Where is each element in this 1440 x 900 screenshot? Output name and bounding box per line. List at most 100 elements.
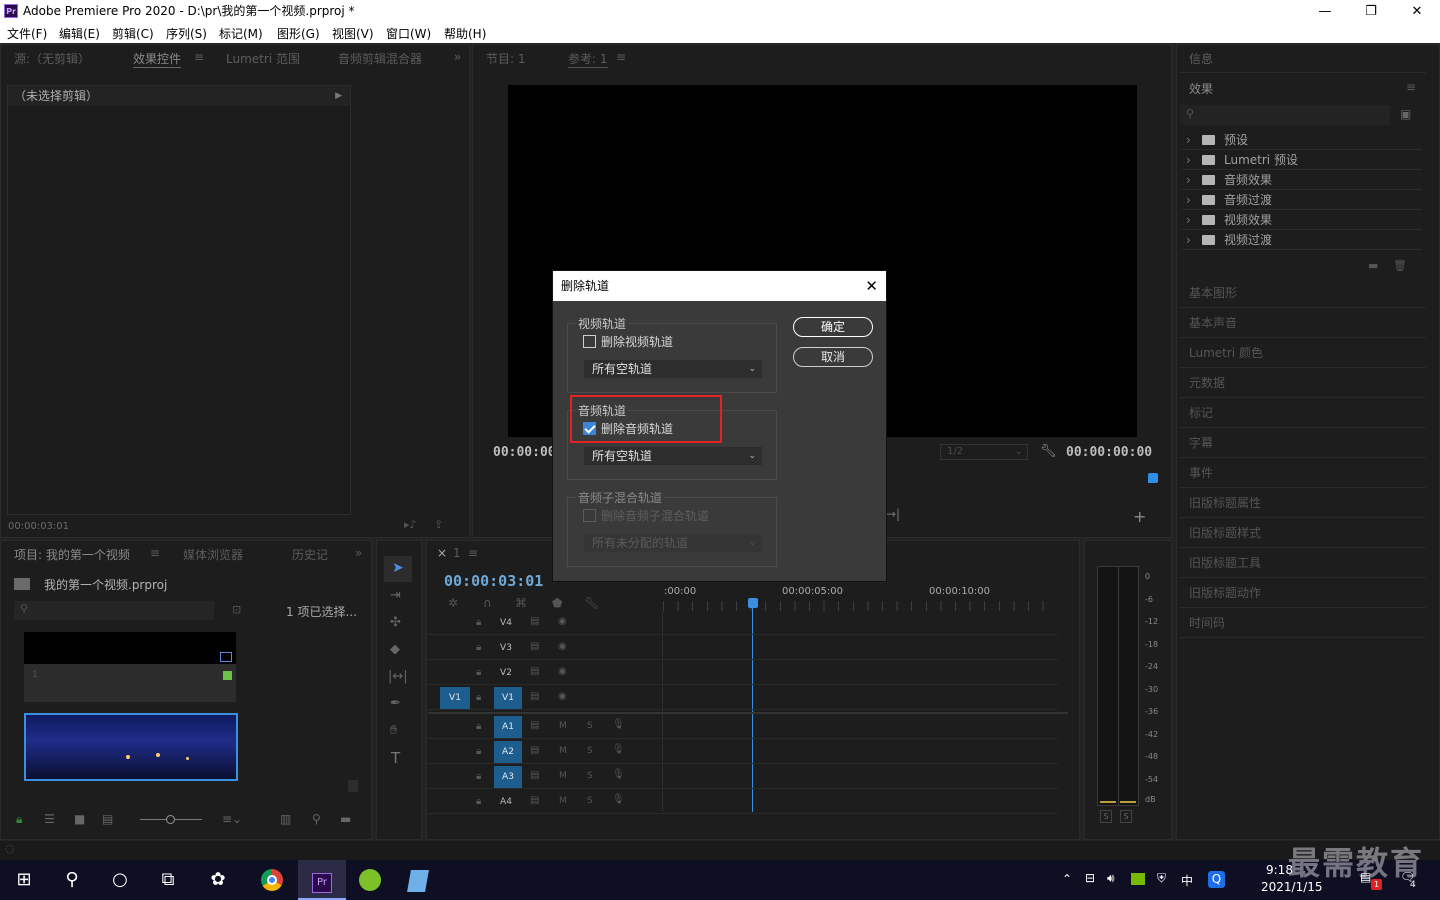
delete-video-tracks-checkbox[interactable] — [583, 335, 596, 348]
sync-lock-icon[interactable]: ▤ — [530, 641, 539, 652]
notepad-icon[interactable] — [394, 860, 442, 900]
effects-search-input[interactable]: ⚲ — [1180, 105, 1390, 125]
tab-effect-controls[interactable]: 效果控件 — [133, 50, 182, 68]
zoom-slider[interactable] — [140, 815, 202, 824]
green-app-icon[interactable] — [346, 860, 394, 900]
tab-menu-icon-4[interactable]: ≡ — [468, 546, 478, 560]
trash-icon[interactable]: 🗑︎ — [1393, 259, 1407, 272]
mute-button[interactable]: M — [559, 746, 567, 756]
lock-icon[interactable]: 🔒︎ — [476, 721, 481, 732]
panel-essential-sound[interactable]: 基本声音 — [1180, 308, 1426, 338]
razor-tool-icon[interactable]: ◆ — [390, 642, 400, 657]
sync-lock-icon[interactable]: ▤ — [530, 666, 539, 677]
clip-thumbnail[interactable] — [24, 713, 238, 781]
track-label-a3[interactable]: A3 — [494, 766, 522, 788]
nvidia-icon[interactable] — [1131, 873, 1145, 885]
hand-tool-icon[interactable]: ✋︎ — [390, 723, 397, 738]
panel-legacy-title-tools[interactable]: 旧版标题工具 — [1180, 548, 1426, 578]
mic-icon[interactable]: 🎙︎ — [612, 719, 625, 730]
panel-overflow-icon-2[interactable]: » — [355, 546, 362, 560]
mic-icon[interactable]: 🎙︎ — [612, 744, 625, 755]
panel-lumetri-color[interactable]: Lumetri 颜色 — [1180, 338, 1426, 368]
playhead-handle[interactable] — [748, 598, 758, 608]
eye-icon[interactable]: ◉ — [558, 666, 567, 677]
track-label-a1[interactable]: A1 — [494, 716, 522, 738]
solo-button[interactable]: S — [587, 746, 593, 756]
delete-submix-tracks-checkbox[interactable] — [583, 509, 596, 522]
task-view-icon[interactable]: ⧉ — [144, 860, 192, 900]
zoom-select[interactable]: 1/2 ⌄ — [940, 444, 1028, 460]
mic-icon[interactable]: 🎙︎ — [612, 794, 625, 805]
wrench-icon[interactable]: 🔧︎ — [1040, 444, 1057, 459]
add-button-icon[interactable]: + — [1133, 507, 1146, 526]
mute-button[interactable]: M — [559, 796, 567, 806]
slip-tool-icon[interactable]: |↔| — [388, 669, 408, 684]
menu-graphics[interactable]: 图形(G) — [277, 25, 320, 42]
tab-program[interactable]: 节目: 1 — [486, 50, 526, 67]
automate-icon[interactable]: ▥ — [280, 812, 291, 826]
add-marker-icon[interactable]: ⬟ — [552, 596, 562, 610]
tab-menu-icon-3[interactable]: ≡ — [150, 546, 160, 560]
mute-button[interactable]: M — [559, 721, 567, 731]
lock-icon[interactable]: 🔒︎ — [476, 642, 481, 653]
list-view-icon[interactable]: ☰ — [44, 812, 55, 826]
dialog-close-icon[interactable]: ✕ — [865, 271, 878, 301]
timeline-timecode[interactable]: 00:00:03:01 — [444, 572, 543, 590]
tab-menu-icon-2[interactable]: ≡ — [616, 50, 626, 64]
track-v3[interactable]: 🔒︎ V3 ▤ ◉ — [428, 636, 1058, 660]
fx-item-video-transitions[interactable]: › 视频过渡 — [1182, 230, 1422, 250]
windows-start-icon[interactable]: ⊞ — [0, 860, 48, 900]
track-select-tool-icon[interactable]: ⇥ — [390, 588, 401, 603]
qq-icon[interactable]: Q — [1208, 871, 1225, 888]
pen-tool-icon[interactable]: ✒ — [390, 696, 401, 711]
track-label-a4[interactable]: A4 — [496, 792, 516, 812]
sequence-thumbnail[interactable]: 1 — [24, 632, 236, 702]
restore-icon[interactable]: ❐ — [1348, 0, 1394, 23]
track-v2[interactable]: 🔒︎ V2 ▤ ◉ — [428, 661, 1058, 685]
project-search-input[interactable]: ⚲ — [14, 601, 214, 620]
mic-icon[interactable]: 🎙︎ — [612, 769, 625, 780]
ripple-edit-tool-icon[interactable]: ✣ — [390, 615, 401, 630]
track-label-v1[interactable]: V1 — [494, 687, 522, 709]
eye-icon[interactable]: ◉ — [558, 641, 567, 652]
fx-item-video-effects[interactable]: › 视频效果 — [1182, 210, 1422, 230]
tab-info[interactable]: 信息 — [1189, 50, 1213, 67]
cortana-icon[interactable]: ○ — [96, 860, 144, 900]
panel-captions[interactable]: 字幕 — [1180, 428, 1426, 458]
lock-icon[interactable]: 🔒︎ — [476, 667, 481, 678]
menu-file[interactable]: 文件(F) — [7, 25, 47, 42]
sync-lock-icon[interactable]: ▤ — [530, 616, 539, 627]
panel-essential-graphics[interactable]: 基本图形 — [1180, 278, 1426, 308]
new-bin-icon-3[interactable]: ▬ — [1368, 259, 1378, 272]
track-a4[interactable]: 🔒︎ A4 ▤ M S 🎙︎ — [428, 790, 1058, 814]
ok-button[interactable]: 确定 — [793, 317, 873, 337]
sync-lock-icon[interactable]: ▤ — [530, 720, 539, 731]
time-ruler[interactable] — [663, 601, 1053, 611]
sort-icon[interactable]: ≡⌄ — [222, 812, 242, 826]
delete-submix-tracks-label[interactable]: 删除音频子混合轨道 — [601, 507, 709, 524]
eye-icon[interactable]: ◉ — [558, 691, 567, 702]
find-icon[interactable]: ⚲ — [312, 812, 321, 826]
export-icon[interactable]: ⇪ — [434, 518, 443, 531]
submix-tracks-select[interactable]: 所有未分配的轨道 ⌄ — [583, 533, 763, 553]
panel-legacy-title-styles[interactable]: 旧版标题样式 — [1180, 518, 1426, 548]
sync-lock-icon[interactable]: ▤ — [530, 770, 539, 781]
mute-button[interactable]: M — [559, 771, 567, 781]
delete-video-tracks-label[interactable]: 删除视频轨道 — [601, 333, 673, 350]
lock-icon[interactable]: 🔒︎ — [476, 617, 481, 628]
premiere-taskbar-icon[interactable]: Pr — [298, 860, 346, 900]
minimize-icon[interactable]: — — [1302, 0, 1348, 23]
menu-edit[interactable]: 编辑(E) — [59, 25, 100, 42]
filter-icon[interactable]: ▸♪ — [404, 518, 417, 531]
chrome-icon[interactable] — [248, 860, 296, 900]
timeline-close-icon[interactable]: × — [437, 546, 447, 560]
menu-marker[interactable]: 标记(M) — [219, 25, 263, 42]
track-label-v3[interactable]: V3 — [496, 638, 516, 658]
solo-button[interactable]: S — [587, 796, 593, 806]
security-icon[interactable]: ⛨ — [1157, 871, 1166, 886]
menu-view[interactable]: 视图(V) — [332, 25, 374, 42]
snap-icon[interactable]: ∩ — [483, 596, 492, 610]
tab-sequence[interactable]: 1 — [453, 546, 461, 560]
panel-overflow-icon[interactable]: » — [454, 50, 461, 64]
track-label-v2[interactable]: V2 — [496, 663, 516, 683]
